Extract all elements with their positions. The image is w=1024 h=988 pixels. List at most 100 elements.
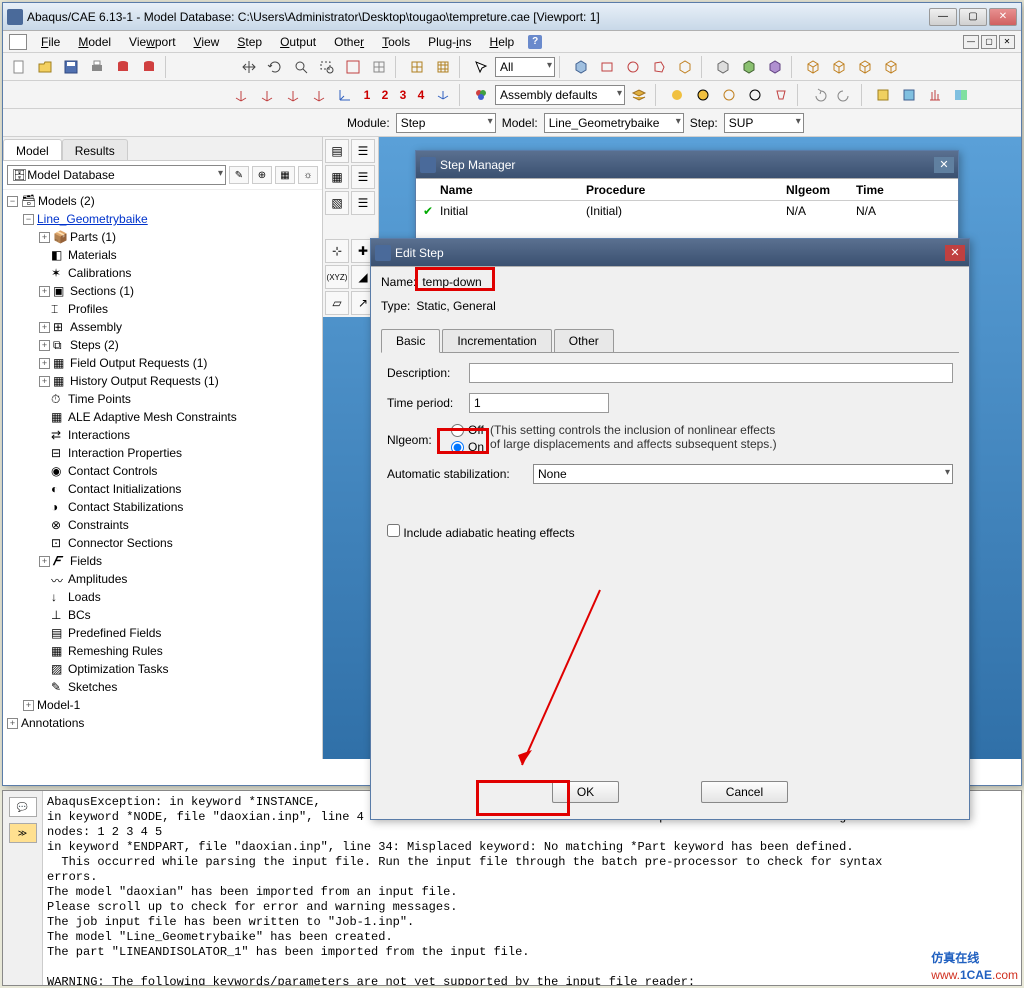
help-icon[interactable]: ? (528, 35, 542, 49)
tree-item[interactable]: Profiles (68, 302, 108, 316)
bc4-icon[interactable] (949, 84, 973, 106)
open-icon[interactable] (33, 56, 57, 78)
layer-icon[interactable] (627, 84, 651, 106)
shade1-icon[interactable] (665, 84, 689, 106)
tree-item[interactable]: Calibrations (68, 266, 131, 280)
menu-file[interactable]: File (33, 33, 68, 51)
editstep-close-button[interactable]: ✕ (945, 245, 965, 261)
time-period-input[interactable] (469, 393, 609, 413)
db-combo[interactable]: 🗄 Model Database (7, 165, 226, 185)
shade4-icon[interactable] (743, 84, 767, 106)
tree-item[interactable]: Materials (68, 248, 117, 262)
expand-icon[interactable]: − (23, 214, 34, 225)
tree-model1[interactable]: Model-1 (37, 698, 80, 712)
pan-icon[interactable] (237, 56, 261, 78)
tree-item[interactable]: Fields (70, 554, 102, 568)
nlgeom-off-radio[interactable]: Off (451, 423, 484, 437)
tree-item[interactable]: Assembly (70, 320, 122, 334)
vt-histmgr-icon[interactable]: ☰ (351, 191, 375, 215)
tree-item[interactable]: Contact Controls (68, 464, 157, 478)
grid1-icon[interactable] (405, 56, 429, 78)
render3-icon[interactable] (763, 56, 787, 78)
tab-other[interactable]: Other (554, 329, 614, 353)
num-1[interactable]: 1 (359, 88, 375, 102)
tab-results[interactable]: Results (62, 139, 128, 160)
stepmgr-close-button[interactable]: ✕ (934, 157, 954, 173)
vt-create-icon[interactable]: ▤ (325, 139, 349, 163)
console-msg-icon[interactable]: 💬 (9, 797, 37, 817)
step-combo[interactable]: SUP (724, 113, 804, 133)
vt-fieldmgr-icon[interactable]: ☰ (351, 165, 375, 189)
csys1-icon[interactable] (229, 84, 253, 106)
tree-item[interactable]: Sketches (68, 680, 117, 694)
grid2-icon[interactable] (431, 56, 455, 78)
iso3-icon[interactable] (853, 56, 877, 78)
stabilization-combo[interactable]: None (533, 464, 953, 484)
num-3[interactable]: 3 (395, 88, 411, 102)
tree-item[interactable]: Predefined Fields (68, 626, 161, 640)
bc3-icon[interactable] (923, 84, 947, 106)
tree-item[interactable]: Amplitudes (68, 572, 127, 586)
adiabatic-checkbox[interactable]: Include adiabatic heating effects (387, 524, 575, 540)
menu-step[interactable]: Step (229, 33, 270, 51)
zoom-icon[interactable] (289, 56, 313, 78)
minimize-button[interactable]: — (929, 8, 957, 26)
csys3-icon[interactable] (281, 84, 305, 106)
menu-view[interactable]: View (186, 33, 228, 51)
bc-vis-icon[interactable]: ▦ (275, 166, 295, 184)
expand-icon[interactable]: − (7, 196, 18, 207)
maximize-button[interactable]: ▢ (959, 8, 987, 26)
print-icon[interactable] (85, 56, 109, 78)
model-combo[interactable]: Line_Geometrybaike (544, 113, 684, 133)
close-button[interactable]: ✕ (989, 8, 1017, 26)
vt-plane-icon[interactable]: ▱ (325, 291, 349, 315)
tab-basic[interactable]: Basic (381, 329, 440, 353)
tree-item[interactable]: Parts (1) (70, 230, 116, 244)
menu-output[interactable]: Output (272, 33, 324, 51)
shade3-icon[interactable] (717, 84, 741, 106)
view-cycle-icon[interactable] (367, 56, 391, 78)
persp-icon[interactable] (769, 84, 793, 106)
num-2[interactable]: 2 (377, 88, 393, 102)
tree-item[interactable]: Contact Stabilizations (68, 500, 183, 514)
colors-icon[interactable] (469, 84, 493, 106)
vt-field-icon[interactable]: ▦ (325, 165, 349, 189)
tb-rect-icon[interactable] (595, 56, 619, 78)
zoom-box-icon[interactable] (315, 56, 339, 78)
tree-annotations[interactable]: Annotations (21, 716, 84, 730)
tree-item[interactable]: Connector Sections (68, 536, 173, 550)
new-icon[interactable] (7, 56, 31, 78)
select-icon[interactable] (469, 56, 493, 78)
model-tree[interactable]: −🗃Models (2) −Line_Geometrybaike +📦Parts… (3, 190, 322, 759)
db-icon-2[interactable] (137, 56, 161, 78)
ok-button[interactable]: OK (552, 781, 619, 803)
csys4-icon[interactable] (307, 84, 331, 106)
tb-poly-icon[interactable] (647, 56, 671, 78)
menu-help[interactable]: Help (482, 33, 523, 51)
menu-model[interactable]: Model (70, 33, 119, 51)
stepmgr-titlebar[interactable]: Step Manager ✕ (416, 151, 958, 179)
shade2-icon[interactable] (691, 84, 715, 106)
iso1-icon[interactable] (801, 56, 825, 78)
console-cli-icon[interactable]: ≫ (9, 823, 37, 843)
tree-item[interactable]: Remeshing Rules (68, 644, 163, 658)
vt-xyz-icon[interactable]: (XYZ) (325, 265, 349, 289)
vp-min-button[interactable]: — (963, 35, 979, 49)
tab-incrementation[interactable]: Incrementation (442, 329, 551, 353)
db-icon-1[interactable] (111, 56, 135, 78)
editstep-titlebar[interactable]: Edit Step ✕ (371, 239, 969, 267)
iso4-icon[interactable] (879, 56, 903, 78)
main-titlebar[interactable]: Abaqus/CAE 6.13-1 - Model Database: C:\U… (3, 3, 1021, 31)
vt-csys-icon[interactable]: ⊹ (325, 239, 349, 263)
iso2-icon[interactable] (827, 56, 851, 78)
menu-tools[interactable]: Tools (374, 33, 418, 51)
rotate-icon[interactable] (263, 56, 287, 78)
bc2-icon[interactable] (897, 84, 921, 106)
vt-hist-icon[interactable]: ▧ (325, 191, 349, 215)
stepmgr-row[interactable]: ✔ Initial (Initial) N/A N/A (416, 201, 958, 221)
menu-other[interactable]: Other (326, 33, 372, 51)
undo-icon[interactable] (807, 84, 831, 106)
tb-cube1-icon[interactable] (569, 56, 593, 78)
tree-model-name[interactable]: Line_Geometrybaike (37, 212, 148, 226)
save-icon[interactable] (59, 56, 83, 78)
